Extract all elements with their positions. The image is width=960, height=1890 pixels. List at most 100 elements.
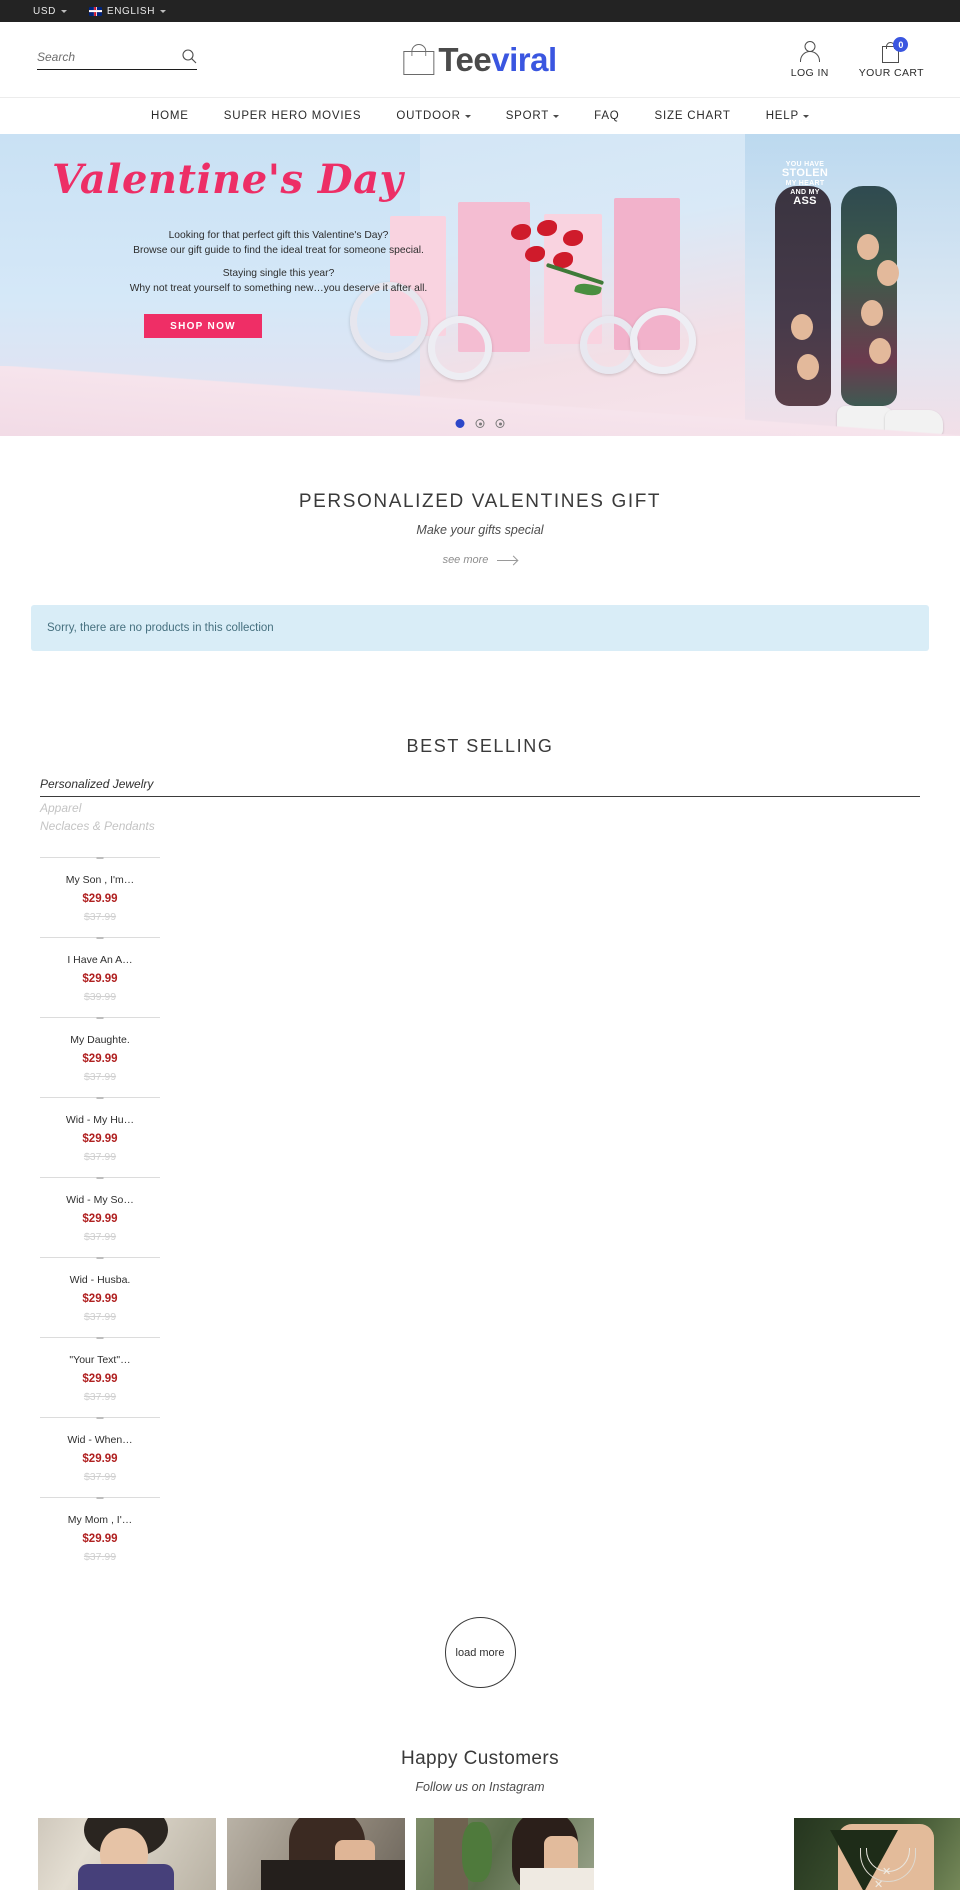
search-bar[interactable] [37, 49, 197, 70]
nav-item-help[interactable]: HELP [766, 110, 809, 122]
product-title: Wid - My So… [66, 1194, 134, 1206]
uk-flag-icon [88, 6, 102, 16]
hero-banner[interactable]: YOU HAVE STOLEN MY HEART AND MY ASS Vale… [0, 134, 960, 436]
instagram-photo[interactable] [227, 1818, 405, 1890]
product-sale-price: $29.99 [82, 1373, 118, 1385]
hero-content: Valentine's Day Looking for that perfect… [0, 134, 470, 436]
leggings-print-text: YOU HAVE STOLEN MY HEART AND MY ASS [777, 160, 833, 207]
nav-item-size-chart[interactable]: SIZE CHART [655, 110, 731, 122]
nav-item-home[interactable]: HOME [151, 110, 189, 122]
product-original-price: $37.99 [83, 1151, 117, 1163]
cart-count-badge: 0 [893, 37, 909, 52]
logo-text-secondary: viral [491, 40, 557, 78]
product-sale-price: $29.99 [82, 1533, 118, 1545]
collection-subtitle: Make your gifts special [416, 523, 544, 537]
nav-label: FAQ [594, 110, 620, 122]
diamond-ring-icon [630, 308, 696, 374]
nav-item-faq[interactable]: FAQ [594, 110, 619, 122]
product-card[interactable]: My Son , I'm… $29.99 $37.99 [40, 857, 160, 937]
product-card[interactable]: "Your Text"… $29.99 $37.99 [40, 1337, 160, 1417]
product-title: Wid - Husba. [69, 1274, 131, 1286]
product-card[interactable]: My Daughte. $29.99 $37.99 [40, 1017, 160, 1097]
product-sale-price: $29.99 [82, 893, 118, 905]
chevron-down-icon [802, 115, 809, 118]
roses-decoration [505, 220, 615, 330]
instagram-photo-spacer [605, 1818, 783, 1890]
product-title: "Your Text"… [69, 1354, 131, 1366]
instagram-follow-label: Follow us on Instagram [415, 1780, 545, 1794]
product-sale-price: $29.99 [82, 1133, 118, 1145]
nav-item-outdoor[interactable]: OUTDOOR [396, 110, 471, 122]
product-title: Wid - My Hu… [65, 1114, 135, 1126]
instagram-photo[interactable] [416, 1818, 594, 1890]
carousel-dots [455, 419, 505, 428]
nav-label: SIZE CHART [654, 110, 731, 122]
instagram-photo[interactable] [38, 1818, 216, 1890]
shop-now-button[interactable]: SHOP NOW [144, 314, 262, 338]
nav-item-sport[interactable]: SPORT [505, 110, 560, 122]
product-card[interactable]: Wid - My So… $29.99 $37.99 [40, 1177, 160, 1257]
logo-text-primary: Tee [438, 40, 492, 78]
hero-line-1: Looking for that perfect gift this Valen… [168, 230, 389, 241]
carousel-dot-3[interactable] [495, 419, 505, 428]
person-icon [799, 40, 821, 64]
happy-customers-title: Happy Customers [400, 1748, 560, 1769]
login-button[interactable]: LOG IN [791, 40, 829, 79]
product-sale-price: $29.99 [82, 1213, 118, 1225]
currency-label: USD [33, 5, 56, 17]
language-selector[interactable]: ENGLISH [88, 5, 167, 17]
tab-apparel[interactable]: Apparel [40, 799, 920, 817]
instagram-photo-row: ✕ ✕ [0, 1818, 960, 1890]
cart-bag-icon: 0 [880, 37, 909, 64]
hero-title: Valentine's Day [52, 156, 404, 203]
hero-line-3: Staying single this year? [222, 268, 335, 279]
top-utility-bar: USD ENGLISH [0, 0, 960, 22]
see-more-label: see more [442, 554, 489, 566]
tab-neclaces-pendants[interactable]: Neclaces & Pendants [40, 817, 920, 835]
header-actions: LOG IN 0 YOUR CART [791, 37, 924, 79]
search-icon[interactable] [182, 49, 197, 64]
product-card[interactable]: Wid - When… $29.99 $37.99 [40, 1417, 160, 1497]
product-title: My Daughte. [70, 1034, 130, 1046]
site-logo[interactable]: Teeviral [403, 40, 557, 79]
instagram-photo[interactable]: ✕ ✕ [794, 1818, 960, 1890]
product-original-price: $37.99 [83, 1071, 117, 1083]
language-label: ENGLISH [106, 5, 156, 17]
product-sale-price: $29.99 [82, 1453, 118, 1465]
search-input[interactable] [37, 49, 157, 64]
product-card[interactable]: My Mom , I'… $29.99 $37.99 [40, 1497, 160, 1577]
hero-line-2: Browse our gift guide to find the ideal … [133, 244, 424, 256]
leggings-line-3: MY HEART [785, 180, 825, 187]
product-card[interactable]: Wid - My Hu… $29.99 $37.99 [40, 1097, 160, 1177]
product-title: I Have An A… [67, 954, 133, 966]
cart-button[interactable]: 0 YOUR CART [859, 37, 924, 79]
load-more-button[interactable]: load more [444, 1617, 516, 1688]
chevron-down-icon [160, 10, 167, 13]
product-sale-price: $29.99 [82, 973, 118, 985]
tab-personalized-jewelry[interactable]: Personalized Jewelry [40, 775, 920, 797]
nav-item-super-hero-movies[interactable]: SUPER HERO MOVIES [224, 110, 362, 122]
carousel-dot-2[interactable] [475, 419, 485, 428]
empty-collection-alert: Sorry, there are no products in this col… [31, 605, 929, 651]
main-navigation: HOME SUPER HERO MOVIES OUTDOOR SPORT FAQ… [0, 97, 960, 134]
product-original-price: $39.99 [83, 991, 117, 1003]
nav-label: SPORT [505, 110, 550, 122]
chevron-down-icon [553, 115, 560, 118]
best-selling-section: BEST SELLING Personalized Jewelry Appare… [0, 736, 960, 1688]
product-title: Wid - When… [67, 1434, 133, 1446]
hero-line-4: Why not treat yourself to something new…… [129, 282, 428, 294]
product-list: My Son , I'm… $29.99 $37.99 I Have An A…… [0, 857, 160, 1577]
see-more-link[interactable]: see more [443, 554, 518, 566]
shopping-bag-icon [403, 44, 435, 75]
carousel-dot-1[interactable] [455, 419, 465, 428]
product-original-price: $37.99 [83, 1231, 117, 1243]
product-original-price: $37.99 [83, 1551, 117, 1563]
product-title: My Mom , I'… [67, 1514, 133, 1526]
product-sale-price: $29.99 [82, 1053, 118, 1065]
collection-promo-section: PERSONALIZED VALENTINES GIFT Make your g… [0, 436, 960, 568]
happy-customers-section: Happy Customers Follow us on Instagram ✕… [0, 1748, 960, 1890]
currency-selector[interactable]: USD [33, 6, 67, 17]
product-card[interactable]: I Have An A… $29.99 $39.99 [40, 937, 160, 1017]
nav-label: HELP [765, 110, 799, 122]
product-card[interactable]: Wid - Husba. $29.99 $37.99 [40, 1257, 160, 1337]
